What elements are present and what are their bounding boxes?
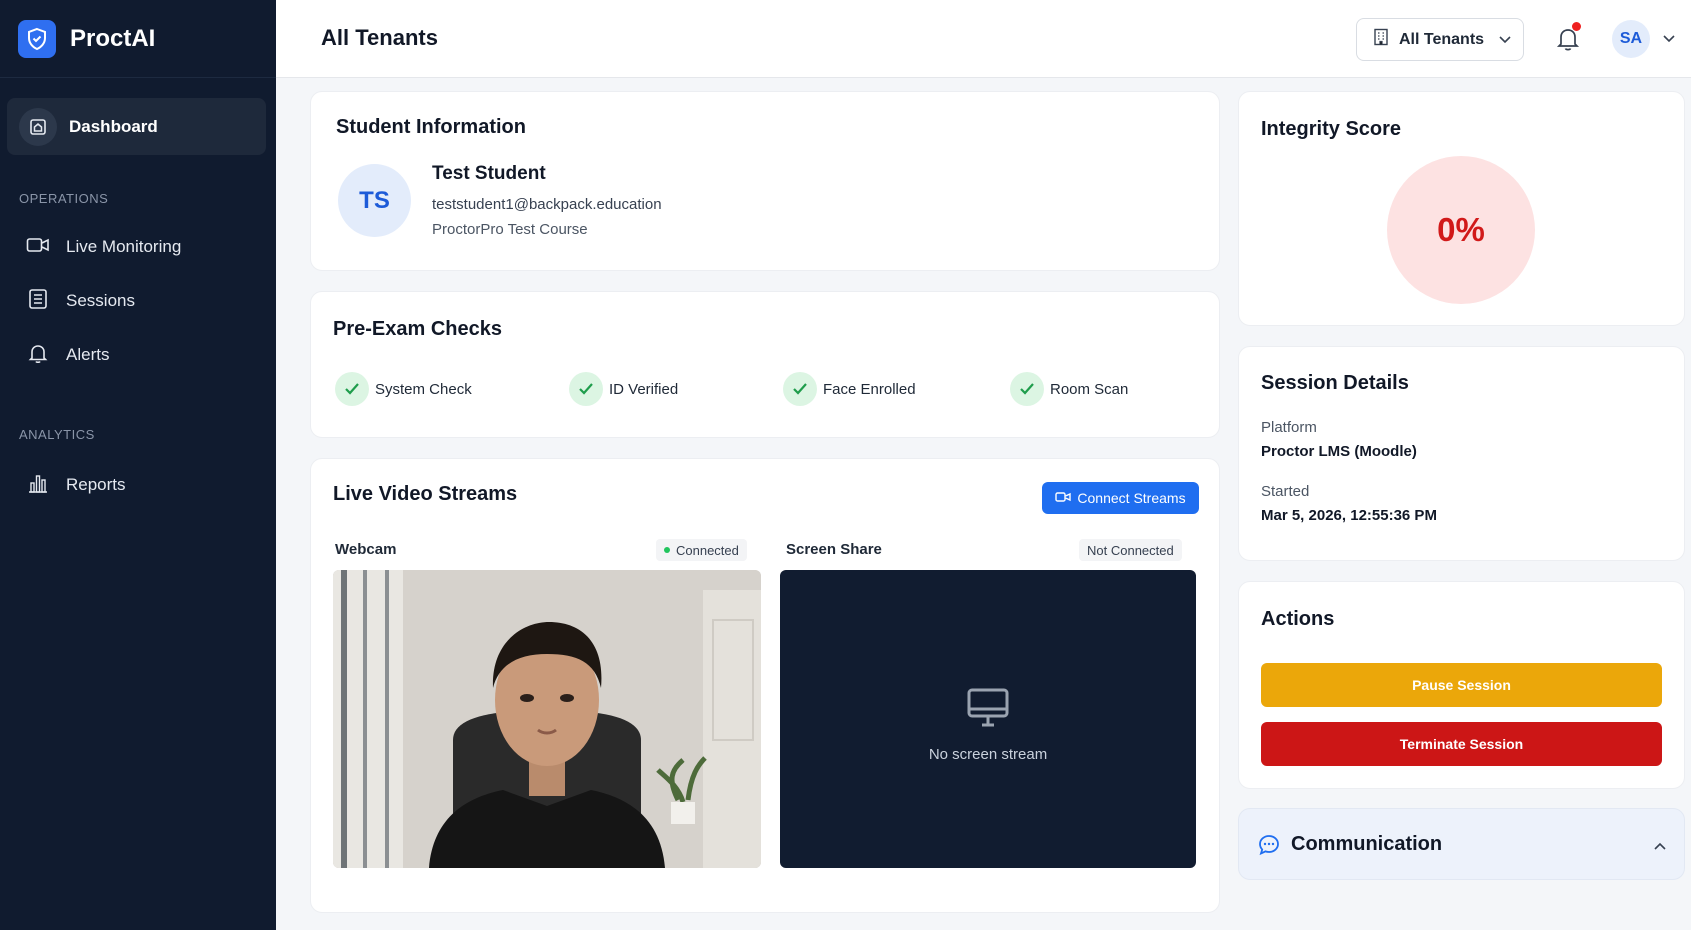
pause-session-button[interactable]: Pause Session — [1261, 663, 1662, 707]
check-label: Face Enrolled — [823, 380, 916, 398]
list-document-icon — [26, 287, 50, 316]
check-item-face: Face Enrolled — [783, 372, 916, 406]
webcam-status-badge: Connected — [656, 539, 747, 561]
sidebar-item-reports[interactable]: Reports — [26, 470, 126, 500]
student-email: teststudent1@backpack.education — [432, 196, 662, 213]
platform-label: Platform — [1261, 419, 1317, 436]
pre-exam-checks-card: Pre-Exam Checks System Check ID Verified… — [310, 291, 1220, 438]
live-video-streams-card: Live Video Streams Connect Streams Webca… — [310, 458, 1220, 913]
sidebar-item-dashboard[interactable]: Dashboard — [7, 98, 266, 155]
bell-icon — [26, 341, 50, 370]
sidebar-item-label: Live Monitoring — [66, 237, 182, 256]
card-title: Session Details — [1261, 372, 1409, 394]
webcam-video-feed[interactable] — [333, 570, 761, 868]
webcam-status-text: Connected — [676, 542, 739, 558]
video-camera-icon — [1055, 490, 1072, 506]
sidebar-item-alerts[interactable]: Alerts — [26, 340, 109, 370]
started-value: Mar 5, 2026, 12:55:36 PM — [1261, 507, 1437, 524]
building-icon — [1373, 28, 1389, 51]
screen-share-feed[interactable]: No screen stream — [780, 570, 1196, 868]
screen-share-label: Screen Share — [786, 541, 882, 558]
sidebar-item-sessions[interactable]: Sessions — [26, 286, 135, 316]
page-title: All Tenants — [321, 25, 438, 50]
section-label-analytics: ANALYTICS — [19, 427, 95, 442]
check-label: ID Verified — [609, 380, 679, 398]
check-label: System Check — [375, 380, 472, 398]
tenant-select[interactable]: All Tenants — [1356, 18, 1524, 61]
checkmark-icon — [783, 372, 817, 406]
platform-value: Proctor LMS (Moodle) — [1261, 443, 1417, 460]
student-info-card: Student Information TS Test Student test… — [310, 91, 1220, 271]
communication-title: Communication — [1291, 833, 1443, 855]
card-title: Pre-Exam Checks — [333, 318, 502, 340]
student-avatar: TS — [338, 164, 411, 237]
sidebar-item-live-monitoring[interactable]: Live Monitoring — [26, 232, 181, 262]
card-title: Actions — [1261, 608, 1335, 630]
terminate-session-button[interactable]: Terminate Session — [1261, 722, 1662, 766]
actions-card: Actions Pause Session Terminate Session — [1238, 581, 1685, 789]
connect-streams-button[interactable]: Connect Streams — [1042, 482, 1199, 514]
check-item-id: ID Verified — [569, 372, 678, 406]
bar-chart-icon — [26, 471, 50, 500]
chevron-down-icon[interactable] — [1662, 30, 1676, 48]
checkmark-icon — [569, 372, 603, 406]
sidebar-item-label: Reports — [66, 475, 126, 494]
check-label: Room Scan — [1050, 380, 1129, 398]
notification-dot — [1572, 22, 1581, 31]
chevron-down-icon — [1498, 31, 1512, 49]
chat-bubble-icon — [1258, 834, 1280, 861]
checkmark-icon — [1010, 372, 1044, 406]
video-camera-icon — [26, 235, 50, 260]
integrity-score-value: 0% — [1387, 156, 1535, 304]
monitor-icon — [966, 686, 1010, 735]
screen-status-badge: Not Connected — [1079, 539, 1182, 561]
card-title: Integrity Score — [1261, 118, 1402, 140]
sidebar-item-label: Sessions — [66, 291, 135, 310]
communication-panel[interactable]: Communication — [1238, 808, 1685, 880]
card-title: Student Information — [336, 116, 526, 138]
checkmark-icon — [335, 372, 369, 406]
student-course: ProctorPro Test Course — [432, 221, 588, 238]
sidebar-item-label: Alerts — [66, 345, 110, 364]
home-icon — [19, 107, 57, 146]
shield-logo-icon — [18, 19, 56, 58]
started-label: Started — [1261, 483, 1310, 500]
tenant-select-value: All Tenants — [1399, 30, 1485, 48]
card-title: Live Video Streams — [333, 483, 518, 505]
sidebar-item-label: Dashboard — [69, 116, 158, 136]
notification-bell-icon[interactable] — [1553, 22, 1583, 53]
integrity-score-card: Integrity Score 0% — [1238, 91, 1685, 326]
sidebar: ProctAI Dashboard OPERATIONS Live Monito… — [0, 0, 276, 930]
no-screen-stream-text: No screen stream — [928, 746, 1048, 763]
section-label-operations: OPERATIONS — [19, 191, 109, 206]
app-name: ProctAI — [70, 24, 156, 52]
chevron-up-icon[interactable] — [1653, 839, 1667, 857]
session-details-card: Session Details Platform Proctor LMS (Mo… — [1238, 346, 1685, 561]
check-item-system: System Check — [335, 372, 472, 406]
student-name: Test Student — [432, 163, 546, 184]
status-dot — [664, 547, 670, 553]
check-item-room: Room Scan — [1010, 372, 1128, 406]
screen-status-text: Not Connected — [1087, 542, 1174, 558]
webcam-label: Webcam — [335, 541, 397, 558]
top-header: All Tenants All Tenants SA — [276, 0, 1691, 78]
brand: ProctAI — [0, 0, 276, 78]
user-avatar[interactable]: SA — [1612, 20, 1650, 58]
connect-streams-label: Connect Streams — [1077, 490, 1186, 506]
